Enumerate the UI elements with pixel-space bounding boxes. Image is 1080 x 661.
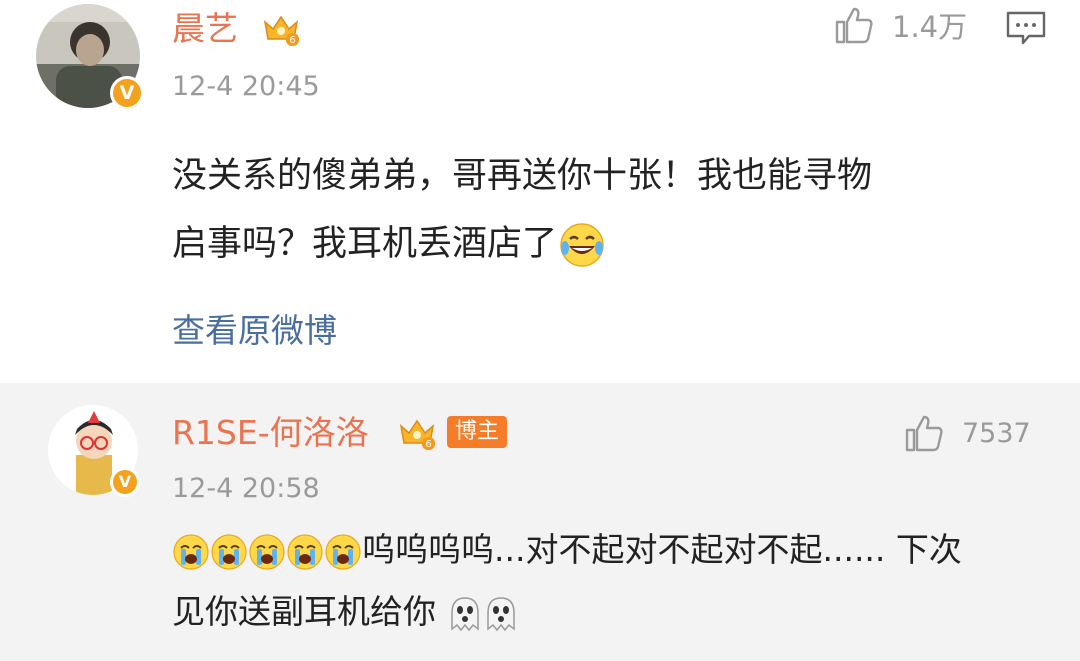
comment-text-line: 见你送副耳机给你 — [172, 581, 1052, 643]
comment-text: 呜呜呜呜...对不起对不起对不起...... 下次 见你送副耳机给你 — [172, 519, 1052, 643]
like-button[interactable]: 1.4万 — [834, 4, 967, 46]
crying-emoji-icon — [211, 533, 247, 570]
comment-item: V R1SE-何洛洛 6 博主 12-4 20:58 7537 呜呜呜呜...对… — [0, 383, 1080, 661]
thumbs-up-icon — [835, 7, 873, 44]
verified-badge: V — [110, 76, 144, 110]
crying-emoji-icon — [325, 533, 361, 570]
svg-text:6: 6 — [289, 35, 295, 46]
reply-icon[interactable] — [1005, 10, 1047, 46]
like-count: 1.4万 — [892, 10, 968, 44]
avatar[interactable]: V — [48, 405, 140, 497]
crying-emoji-icon — [173, 533, 209, 570]
verified-badge: V — [110, 467, 140, 497]
crying-emoji-group — [172, 530, 362, 570]
crying-emoji-icon — [249, 533, 285, 570]
view-original-link[interactable]: 查看原微博 — [172, 304, 337, 352]
ghost-emoji-group — [446, 592, 518, 631]
comment-time: 12-4 20:58 — [172, 473, 320, 504]
vip-crown-icon: 6 — [399, 419, 435, 450]
laughing-tears-emoji-icon — [560, 223, 604, 267]
svg-text:6: 6 — [425, 439, 431, 450]
thumbs-up-icon — [905, 415, 943, 452]
comment-text-line: 没关系的傻弟弟，哥再送你十张！我也能寻物 — [172, 156, 873, 196]
crying-emoji-icon — [287, 533, 323, 570]
comment-text-line: 启事吗？我耳机丢酒店了 — [172, 210, 1052, 278]
vip-crown-icon: 6 — [263, 15, 299, 46]
username[interactable]: R1SE-何洛洛 — [172, 413, 369, 453]
username[interactable]: 晨艺 — [172, 9, 238, 49]
ghost-emoji-icon — [451, 596, 479, 631]
comment-text: 没关系的傻弟弟，哥再送你十张！我也能寻物 启事吗？我耳机丢酒店了 — [172, 142, 1052, 278]
like-button[interactable]: 7537 — [904, 413, 1031, 453]
comment-time: 12-4 20:45 — [172, 71, 320, 102]
comment-text-line: 呜呜呜呜...对不起对不起对不起...... 下次 — [172, 519, 1052, 581]
comment-item: V 晨艺 6 12-4 20:45 1.4万 没关系的傻弟弟，哥再送你十张！我也… — [0, 0, 1080, 383]
like-count: 7537 — [962, 417, 1031, 449]
ghost-emoji-icon — [487, 596, 515, 631]
host-badge: 博主 — [447, 416, 508, 448]
avatar[interactable]: V — [36, 4, 144, 110]
